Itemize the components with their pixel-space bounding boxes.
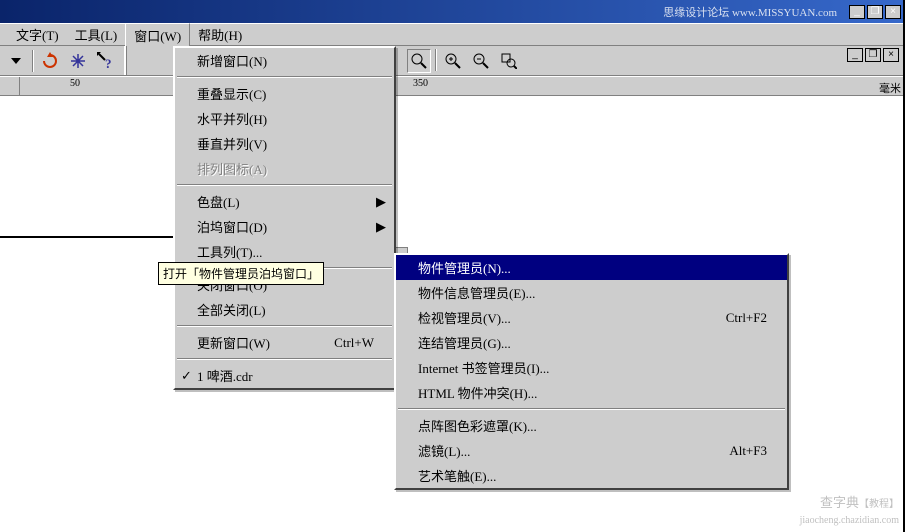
submenu-object-info[interactable]: 物件信息管理员(E)... <box>396 280 787 305</box>
menu-toolbars[interactable]: 工具列(T)... <box>175 239 394 264</box>
submenu-html-conflict[interactable]: HTML 物件冲突(H)... <box>396 380 787 405</box>
ruler-tick-50: 50 <box>70 78 80 89</box>
zoom-tool-icon[interactable] <box>407 49 431 73</box>
submenu-lens[interactable]: 滤镜(L)...Alt+F3 <box>396 438 787 463</box>
dropdown-button[interactable] <box>4 49 28 73</box>
accelerator-label: Ctrl+W <box>334 335 374 351</box>
submenu-view-manager[interactable]: 检视管理员(V)...Ctrl+F2 <box>396 305 787 330</box>
horizontal-line <box>0 236 175 238</box>
menu-refresh-window[interactable]: 更新窗口(W)Ctrl+W <box>175 330 394 355</box>
dockers-submenu: 物件管理员(N)... 物件信息管理员(E)... 检视管理员(V)...Ctr… <box>394 253 789 490</box>
zoom-in-icon[interactable] <box>441 49 465 73</box>
submenu-object-manager[interactable]: 物件管理员(N)... <box>396 255 787 280</box>
menu-tools[interactable]: 工具(L) <box>67 23 126 46</box>
sparkle-icon[interactable] <box>66 49 90 73</box>
help-icon[interactable]: ? <box>94 49 118 73</box>
ruler-unit-label: 毫米 <box>879 80 901 96</box>
menu-text[interactable]: 文字(T) <box>8 23 67 46</box>
menu-document-1[interactable]: ✓1 啤酒.cdr <box>175 363 394 388</box>
menu-tile-horizontal[interactable]: 水平并列(H) <box>175 106 394 131</box>
menu-dockers[interactable]: 泊坞窗口(D)▶ <box>175 214 394 239</box>
menu-palette[interactable]: 色盘(L)▶ <box>175 189 394 214</box>
forum-watermark: 思缘设计论坛 www.MISSYUAN.com <box>663 4 837 20</box>
tooltip: 打开「物件管理员泊坞窗口」 <box>158 262 324 285</box>
submenu-bitmap-mask[interactable]: 点阵图色彩遮罩(K)... <box>396 413 787 438</box>
watermark-bottom: 查字典【教程】 jiaocheng.chazidian.com <box>800 496 899 528</box>
mdi-minimize-button[interactable]: _ <box>847 48 863 62</box>
submenu-internet-bookmark[interactable]: Internet 书签管理员(I)... <box>396 355 787 380</box>
submenu-arrow-icon: ▶ <box>376 219 386 235</box>
title-bar: 思缘设计论坛 www.MISSYUAN.com _ ❐ × <box>0 0 903 23</box>
menu-close-all[interactable]: 全部关闭(L) <box>175 297 394 322</box>
check-icon: ✓ <box>181 368 192 384</box>
accelerator-label: Ctrl+F2 <box>726 310 767 326</box>
menu-help[interactable]: 帮助(H) <box>190 23 250 46</box>
svg-text:?: ? <box>105 56 112 70</box>
menu-bar: 文字(T) 工具(L) 窗口(W) 帮助(H) <box>0 23 903 46</box>
accelerator-label: Alt+F3 <box>729 443 767 459</box>
ruler-origin[interactable] <box>0 77 20 97</box>
close-button[interactable]: × <box>885 5 901 19</box>
refresh-icon[interactable] <box>38 49 62 73</box>
menu-window[interactable]: 窗口(W) <box>125 23 190 47</box>
submenu-link-manager[interactable]: 连结管理员(G)... <box>396 330 787 355</box>
maximize-button[interactable]: ❐ <box>867 5 883 19</box>
submenu-art-brush[interactable]: 艺术笔触(E)... <box>396 463 787 488</box>
mdi-restore-button[interactable]: ❐ <box>865 48 881 62</box>
horizontal-ruler: 50 200 250 300 350 毫米 <box>0 76 903 96</box>
window-menu-dropdown: 新增窗口(N) 重叠显示(C) 水平并列(H) 垂直并列(V) 排列图标(A) … <box>173 46 396 390</box>
mdi-close-button[interactable]: × <box>883 48 899 62</box>
submenu-arrow-icon: ▶ <box>376 194 386 210</box>
zoom-out-icon[interactable] <box>469 49 493 73</box>
menu-arrange-icons: 排列图标(A) <box>175 156 394 181</box>
ruler-tick-350: 350 <box>413 78 428 89</box>
zoom-fit-icon[interactable] <box>497 49 521 73</box>
minimize-button[interactable]: _ <box>849 5 865 19</box>
toolbar: ? _ ❐ × <box>0 46 903 76</box>
menu-tile-vertical[interactable]: 垂直并列(V) <box>175 131 394 156</box>
menu-new-window[interactable]: 新增窗口(N) <box>175 48 394 73</box>
menu-cascade[interactable]: 重叠显示(C) <box>175 81 394 106</box>
